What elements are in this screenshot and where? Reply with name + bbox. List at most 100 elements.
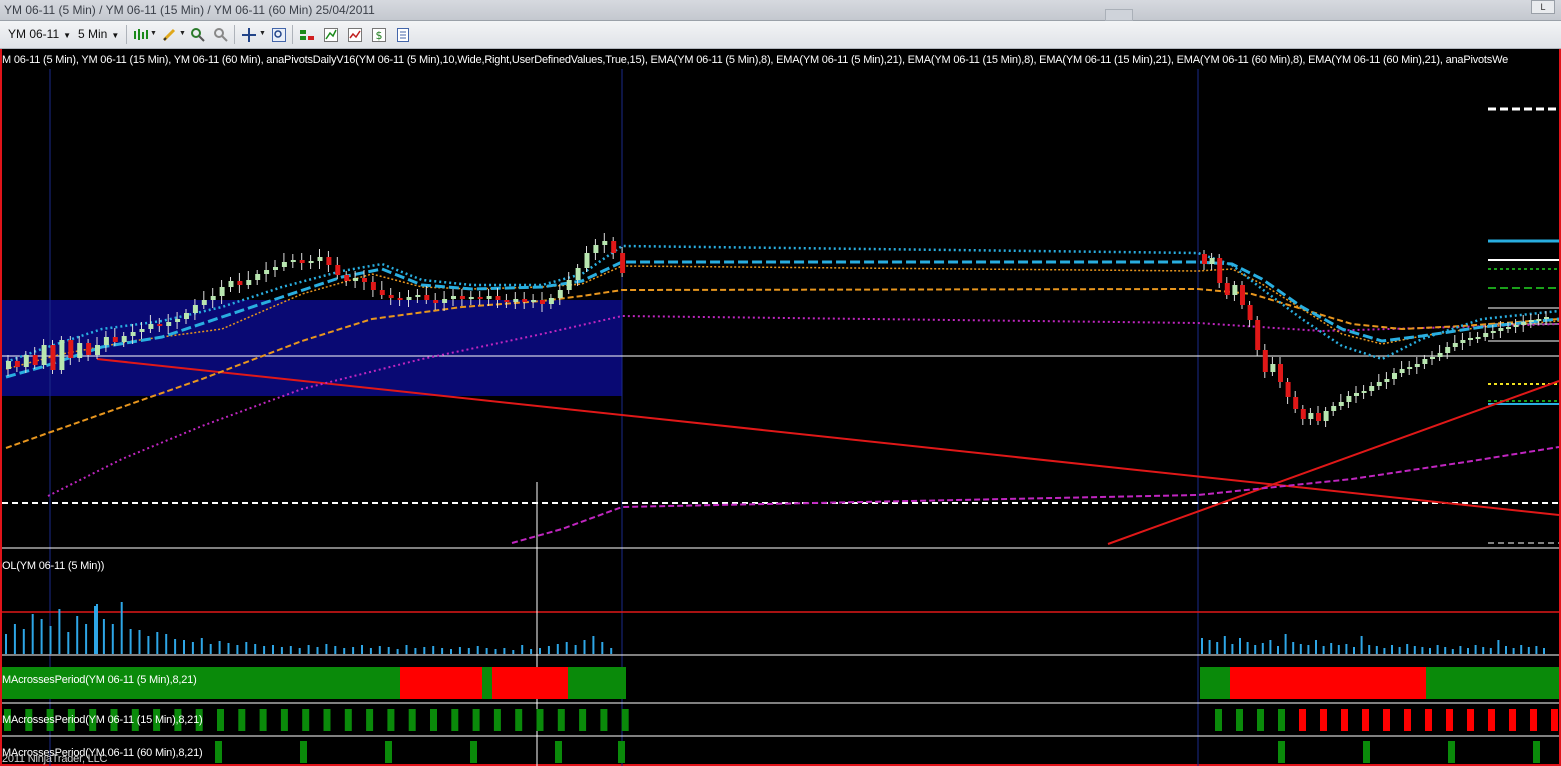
bar-type-icon[interactable] [131, 26, 148, 43]
candle-session-1-body [451, 296, 456, 299]
candle-session-2-body [1407, 367, 1413, 369]
ma-crosses-15min-label: MAcrossesPeriod(YM 06-11 (15 Min),8,21) [2, 714, 203, 726]
ma-crosses-60min-tick [215, 741, 222, 763]
indicators-icon[interactable] [346, 26, 363, 43]
ma-crosses-15min-tick [1509, 709, 1516, 731]
ma-crosses-5min-segment [1426, 667, 1559, 699]
candle-session-1-body [540, 300, 545, 304]
ma-crosses-5min-segment [482, 667, 492, 699]
candle-session-2-body [1240, 285, 1245, 305]
ma-crosses-60min-tick [1363, 741, 1370, 763]
candle-session-1-body [23, 355, 29, 367]
candle-session-1-body [388, 295, 394, 298]
candle-session-2-body [1262, 350, 1268, 372]
candle-session-1-body [513, 299, 519, 302]
title-bar[interactable]: YM 06-11 (5 Min) / YM 06-11 (15 Min) / Y… [0, 0, 1561, 21]
candle-session-1-body [379, 290, 385, 295]
candle-session-1-body [397, 298, 403, 300]
ma-crosses-15min-tick [344, 709, 352, 731]
candle-session-1-body [548, 298, 554, 304]
candle-session-2-body [1285, 382, 1291, 397]
ma-crosses-15min-tick [1299, 709, 1306, 731]
strategies-icon[interactable] [322, 26, 339, 43]
candle-session-2-body [1536, 319, 1542, 321]
candle-session-1-body [531, 300, 537, 302]
candle-session-1-body [299, 260, 305, 263]
chart-trader-icon[interactable] [298, 26, 315, 43]
candle-session-1-body [175, 319, 181, 322]
candle-session-2-body [1316, 413, 1321, 421]
ma-crosses-15min-tick [493, 709, 501, 731]
ma-crosses-15min-tick [387, 709, 395, 731]
candle-session-2-body [1399, 369, 1405, 373]
zoom-in-icon[interactable] [189, 26, 206, 43]
ma-crosses-15min-tick [430, 709, 437, 731]
candle-session-1-body [192, 305, 198, 313]
candle-session-1-body [620, 253, 626, 273]
chevron-down-icon[interactable]: ▼ [150, 30, 157, 37]
candle-session-1-body [406, 297, 412, 300]
candle-session-2-body [1528, 320, 1534, 322]
candle-session-2-body [1452, 343, 1458, 347]
ma-crosses-15min-tick [1257, 709, 1264, 731]
ma-crosses-15min-tick [1362, 709, 1369, 731]
period-selector[interactable]: 5 Min ▼ [78, 27, 119, 41]
ma-crosses-5min-segment [1230, 667, 1426, 699]
ma-crosses-15min-tick [451, 709, 459, 731]
chevron-down-icon[interactable]: ▼ [259, 30, 266, 37]
toolbar-divider [234, 25, 235, 44]
chevron-down-icon: ▼ [63, 31, 72, 40]
ma-crosses-15min-tick [1446, 709, 1453, 731]
candle-session-1-body [210, 296, 216, 300]
candle-session-2-body [1300, 409, 1306, 419]
crosshair-icon[interactable] [240, 26, 257, 43]
candle-session-2-body [1255, 320, 1261, 350]
dollar-icon[interactable]: $ [370, 26, 387, 43]
zoom-box-icon[interactable] [270, 26, 287, 43]
chart-area[interactable]: M 06-11 (5 Min), YM 06-11 (15 Min), YM 0… [2, 49, 1559, 766]
candle-session-1-body [237, 281, 243, 285]
toolbar-divider [126, 25, 127, 44]
candle-session-1-body [495, 296, 501, 300]
ma-crosses-60min-tick [1278, 741, 1285, 763]
candle-session-2-body [1521, 322, 1527, 325]
ma-crosses-60min-tick [1448, 741, 1455, 763]
restore-button[interactable]: L [1531, 0, 1555, 14]
chart-toolbar: YM 06-11 ▼ 5 Min ▼ ▼ ▼ ▼ $ [0, 21, 1561, 49]
ma-crosses-15min-tick [280, 709, 288, 731]
svg-text:$: $ [375, 29, 382, 42]
candle-session-1-body [14, 361, 20, 367]
chart-canvas[interactable] [2, 49, 1559, 766]
ma-crosses-15min-tick [259, 709, 267, 731]
candle-session-2-body [1490, 331, 1496, 333]
ma-crosses-5min-segment [400, 667, 482, 699]
candle-session-2-body [1202, 254, 1207, 264]
candle-session-1-body [219, 287, 225, 296]
ma-crosses-15min-tick [1551, 709, 1558, 731]
candle-session-2-body [1544, 317, 1549, 319]
candle-session-1-body [68, 340, 74, 358]
candle-session-2-body [1506, 327, 1511, 329]
properties-icon[interactable] [394, 26, 411, 43]
candle-session-2-body [1498, 328, 1504, 331]
ma-crosses-15min-tick [600, 709, 608, 731]
drawing-pencil-icon[interactable] [160, 26, 177, 43]
candle-session-1-body [264, 270, 270, 274]
candle-session-1-body [59, 340, 65, 370]
candle-session-1-body [335, 265, 341, 275]
candle-session-1-body [95, 345, 100, 355]
chevron-down-icon[interactable]: ▼ [179, 30, 186, 37]
trendline-down [96, 358, 1559, 516]
instrument-selector[interactable]: YM 06-11 ▼ [8, 27, 71, 41]
titlebar-minimize-control[interactable] [1105, 9, 1133, 21]
candle-session-2-body [1430, 357, 1435, 359]
candle-session-1-body [148, 324, 154, 329]
ma-crosses-60min-tick [385, 741, 392, 763]
zoom-out-icon[interactable] [212, 26, 229, 43]
candle-session-2-body [1247, 305, 1253, 320]
ma-crosses-15min-tick [579, 709, 587, 731]
ma-crosses-15min-tick [1215, 709, 1222, 731]
chevron-down-icon: ▼ [111, 31, 120, 40]
ma-crosses-15min-tick [1278, 709, 1285, 731]
copyright-text: 2011 NinjaTrader, LLC [2, 753, 108, 765]
